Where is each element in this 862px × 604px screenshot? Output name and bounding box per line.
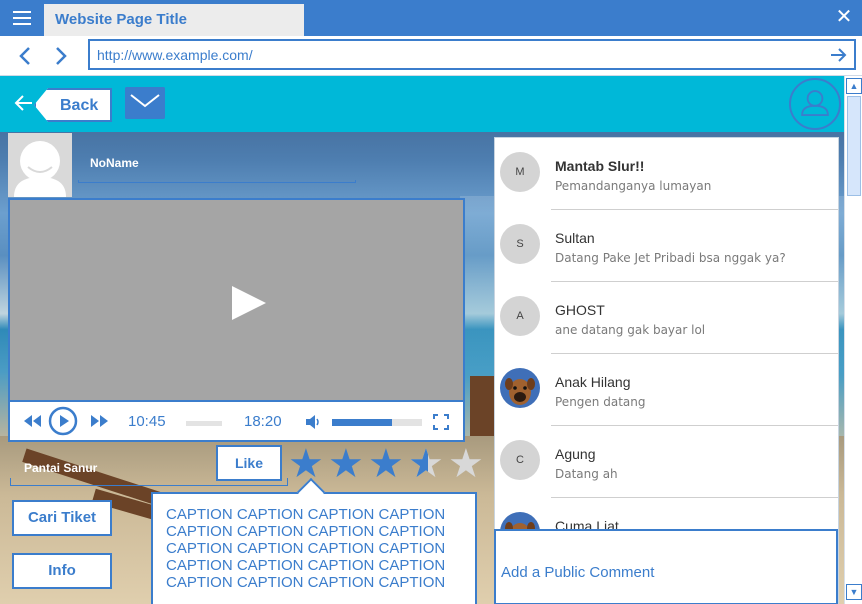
- play-button-icon[interactable]: [48, 406, 78, 436]
- cari-tiket-button[interactable]: Cari Tiket: [12, 500, 112, 536]
- seek-bar[interactable]: [186, 421, 222, 426]
- hamburger-menu-icon[interactable]: [0, 0, 44, 36]
- tab-title: Website Page Title: [55, 11, 187, 28]
- comment-item[interactable]: M Mantab Slur!! Pemandanganya lumayan: [495, 138, 838, 210]
- like-button[interactable]: Like: [216, 445, 282, 481]
- caption-box: CAPTION CAPTION CAPTION CAPTION CAPTION …: [151, 477, 477, 604]
- back-nav-icon[interactable]: [12, 42, 38, 70]
- comment-text: Pengen datang: [555, 395, 646, 409]
- comment-text: ane datang gak bayar lol: [555, 323, 706, 337]
- app-header: Back: [0, 76, 844, 132]
- url-text: http://www.example.com/: [97, 47, 253, 63]
- browser-navbar: http://www.example.com/: [0, 36, 862, 76]
- star-icon[interactable]: ★: [328, 444, 368, 484]
- fast-forward-icon[interactable]: [88, 413, 110, 429]
- star-icon[interactable]: ★: [448, 444, 488, 484]
- comment-author: Agung: [555, 446, 596, 462]
- page-scrollbar[interactable]: ▲ ▼: [844, 76, 862, 604]
- caption-line: CAPTION CAPTION CAPTION CAPTION: [166, 523, 446, 540]
- current-time: 10:45: [128, 413, 166, 430]
- like-button-label: Like: [234, 455, 263, 471]
- add-comment-placeholder: Add a Public Comment: [501, 564, 655, 581]
- add-comment-field[interactable]: Add a Public Comment: [494, 529, 838, 604]
- video-controls: 10:45 18:20: [8, 400, 465, 442]
- address-bar[interactable]: http://www.example.com/: [88, 39, 856, 70]
- comment-avatar: M: [500, 152, 540, 192]
- mail-icon[interactable]: [125, 87, 165, 119]
- comment-avatar: [500, 368, 540, 408]
- comment-text: Datang ah: [555, 467, 618, 481]
- comment-author: Anak Hilang: [555, 374, 631, 390]
- close-window-icon[interactable]: ✕: [832, 5, 856, 29]
- scroll-up-icon[interactable]: ▲: [846, 78, 862, 94]
- browser-titlebar: Website Page Title ✕: [0, 0, 862, 36]
- comment-author: Sultan: [555, 230, 595, 246]
- profile-avatar[interactable]: [8, 133, 72, 197]
- back-button-label: Back: [60, 97, 99, 114]
- comment-text: Pemandanganya lumayan: [555, 179, 712, 193]
- volume-level: [332, 419, 393, 426]
- comment-author: GHOST: [555, 302, 605, 318]
- star-icon[interactable]: ★: [408, 444, 448, 484]
- place-label: Pantai Sanur: [24, 461, 98, 475]
- caption-line: CAPTION CAPTION CAPTION CAPTION: [166, 540, 446, 557]
- star-icon[interactable]: ★: [368, 444, 408, 484]
- duration: 18:20: [244, 413, 282, 430]
- profile-underline: [78, 180, 356, 183]
- comment-avatar: A: [500, 296, 540, 336]
- star-rating[interactable]: ★ ★ ★ ★ ★: [288, 444, 488, 484]
- play-overlay-icon[interactable]: [232, 286, 266, 320]
- caption-line: CAPTION CAPTION CAPTION CAPTION: [166, 574, 446, 591]
- comment-avatar: C: [500, 440, 540, 480]
- volume-icon[interactable]: [304, 413, 322, 431]
- browser-tab[interactable]: Website Page Title: [44, 4, 304, 36]
- caption-line: CAPTION CAPTION CAPTION CAPTION: [166, 557, 446, 574]
- page-viewport: Back NoName 10:45 18:20 Pantai Sanur Lik…: [0, 76, 844, 604]
- star-icon[interactable]: ★: [288, 444, 328, 484]
- comment-item[interactable]: A GHOST ane datang gak bayar lol: [495, 282, 838, 354]
- cari-tiket-label: Cari Tiket: [27, 509, 97, 526]
- comment-item[interactable]: C Agung Datang ah: [495, 426, 838, 498]
- comment-text: Datang Pake Jet Pribadi bsa nggak ya?: [555, 251, 786, 265]
- fullscreen-icon[interactable]: [433, 414, 449, 430]
- comment-avatar: S: [500, 224, 540, 264]
- user-account-icon[interactable]: [789, 78, 841, 130]
- comment-item[interactable]: S Sultan Datang Pake Jet Pribadi bsa nggak…: [495, 210, 838, 282]
- forward-nav-icon[interactable]: [48, 42, 74, 70]
- comment-author: Mantab Slur!!: [555, 158, 645, 174]
- back-button[interactable]: Back: [34, 88, 112, 122]
- scrollbar-thumb[interactable]: [847, 96, 861, 196]
- beach-chair: [470, 376, 494, 436]
- scroll-down-icon[interactable]: ▼: [846, 584, 862, 600]
- info-button[interactable]: Info: [12, 553, 112, 589]
- info-label: Info: [48, 562, 76, 579]
- caption-line: CAPTION CAPTION CAPTION CAPTION: [166, 506, 446, 523]
- profile-name: NoName: [90, 156, 139, 170]
- volume-slider[interactable]: [332, 419, 422, 426]
- rewind-icon[interactable]: [22, 413, 44, 429]
- go-arrow-icon[interactable]: [828, 45, 848, 65]
- comment-item[interactable]: Anak Hilang Pengen datang: [495, 354, 838, 426]
- back-arrow-icon[interactable]: [12, 91, 36, 115]
